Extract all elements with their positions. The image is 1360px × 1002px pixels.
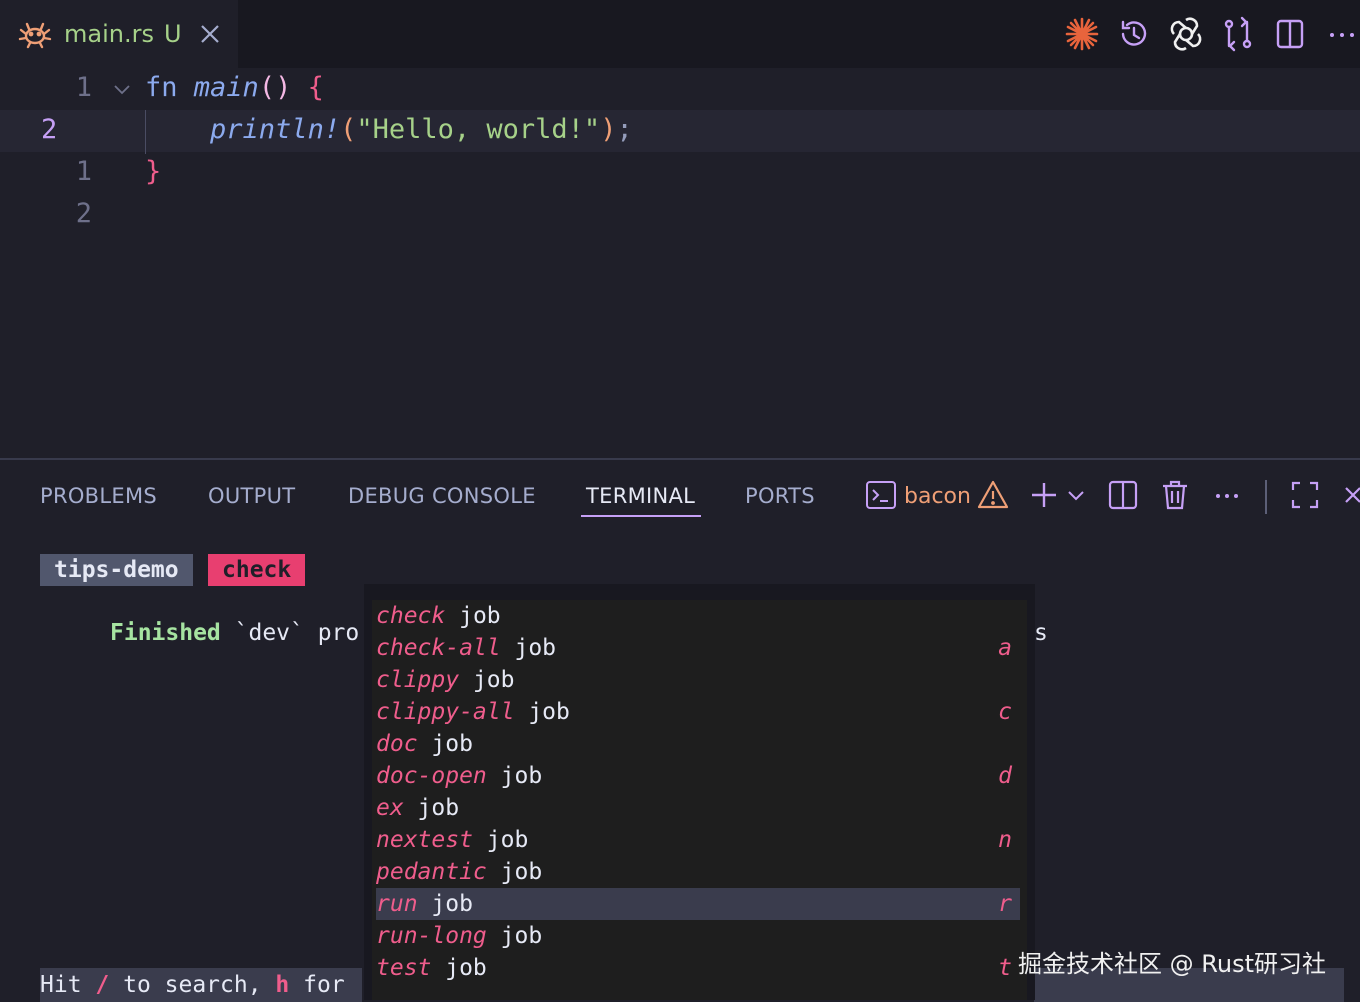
line-number: 1 <box>75 156 92 187</box>
line-number-active: 2 <box>41 114 58 145</box>
close-icon[interactable] <box>1340 478 1360 512</box>
job-suffix: job <box>459 667 515 693</box>
compare-icon[interactable] <box>1218 14 1258 54</box>
chevron-down-icon[interactable] <box>1064 478 1088 512</box>
job-menu-item-check-all[interactable]: check-all job a <box>376 632 1020 664</box>
code-line-3: 1 } <box>0 152 1360 194</box>
job-suffix: job <box>486 923 543 949</box>
code-line-1: 1 fn main() { <box>0 68 1360 110</box>
job-shortcut-key: d <box>998 763 1012 789</box>
code-line-2: 2 println!("Hello, world!"); <box>0 110 1360 152</box>
job-name: nextest <box>376 827 473 853</box>
job-menu-list: check job check-all job a clippy job clippy-… <box>372 600 1027 1000</box>
active-tab-indicator <box>581 515 701 517</box>
code-text: fn main() { <box>145 72 324 103</box>
toolbar-separator <box>1265 480 1267 514</box>
tab-terminal[interactable]: TERMINAL <box>586 484 695 508</box>
job-name: check-all <box>376 635 501 661</box>
job-badge: check <box>208 554 306 586</box>
job-menu-item-check[interactable]: check job <box>376 600 1020 632</box>
job-suffix: job <box>417 731 473 757</box>
openai-icon[interactable] <box>1166 14 1206 54</box>
job-name: run-long <box>376 923 487 949</box>
job-suffix: job <box>431 955 487 981</box>
job-name: check <box>376 603 446 629</box>
job-suffix: job <box>486 859 543 885</box>
job-name: ex <box>376 795 404 821</box>
indent-guide <box>145 110 146 154</box>
job-suffix: job <box>445 603 501 629</box>
tab-title: main.rs <box>64 20 154 48</box>
maximize-icon[interactable] <box>1288 478 1322 512</box>
more-icon[interactable] <box>1322 14 1360 54</box>
editor-tab-bar: main.rs U <box>0 0 1360 68</box>
job-name: doc <box>376 731 418 757</box>
tab-debug-console[interactable]: DEBUG CONSOLE <box>348 484 536 508</box>
job-menu-item-pedantic[interactable]: pedantic job <box>376 856 1020 888</box>
job-suffix: job <box>403 795 460 821</box>
status-line-trailing: s <box>1034 620 1048 646</box>
job-shortcut-key: n <box>998 827 1012 853</box>
job-name: test <box>376 955 432 981</box>
job-name: clippy-all <box>376 699 515 725</box>
job-menu-item-doc[interactable]: doc job <box>376 728 1020 760</box>
terminal-instance-name[interactable]: bacon <box>904 484 971 509</box>
trash-icon[interactable] <box>1158 478 1192 512</box>
split-terminal-icon[interactable] <box>1106 478 1140 512</box>
code-text: } <box>145 156 162 187</box>
crab-icon <box>18 22 52 49</box>
job-menu-popup: check job check-all job a clippy job clippy-… <box>364 584 1035 1000</box>
plus-icon[interactable] <box>1027 478 1061 512</box>
job-suffix: job <box>514 699 570 725</box>
job-shortcut-key: t <box>998 955 1012 981</box>
job-shortcut-key: a <box>998 635 1012 661</box>
job-menu-item-test[interactable]: test job t <box>376 952 1020 984</box>
line-number: 1 <box>75 72 92 103</box>
job-suffix: job <box>472 827 529 853</box>
job-shortcut-key: r <box>998 891 1012 917</box>
tab-ports[interactable]: PORTS <box>745 484 815 508</box>
job-suffix: job <box>500 635 557 661</box>
code-line-4: 2 <box>0 194 1360 236</box>
tab-output[interactable]: OUTPUT <box>208 484 295 508</box>
job-menu-item-clippy-all[interactable]: clippy-all job c <box>376 696 1020 728</box>
sparkle-icon[interactable] <box>1062 14 1102 54</box>
job-suffix: job <box>417 891 473 917</box>
chevron-down-icon[interactable] <box>112 80 132 100</box>
project-badge: tips-demo <box>40 554 193 586</box>
job-name: run <box>376 891 418 917</box>
help-hint-bar: Hit / to search, h for <box>40 968 362 1002</box>
job-menu-item-clippy[interactable]: clippy job <box>376 664 1020 696</box>
watermark-text: 掘金技术社区 @ Rust研习社 <box>1018 950 1326 978</box>
code-text: println!("Hello, world!"); <box>210 114 633 145</box>
code-editor[interactable]: 1 fn main() { 2 println!("Hello, world!"… <box>0 68 1360 458</box>
job-menu-item-run-long[interactable]: run-long job <box>376 920 1020 952</box>
job-name: pedantic <box>376 859 487 885</box>
warning-icon[interactable] <box>976 478 1010 512</box>
untracked-badge: U <box>164 20 182 48</box>
job-menu-item-run[interactable]: run job r <box>376 888 1020 920</box>
terminal-icon <box>866 481 896 509</box>
job-menu-item-ex[interactable]: ex job <box>376 792 1020 824</box>
job-menu-item-doc-open[interactable]: doc-open job d <box>376 760 1020 792</box>
job-name: doc-open <box>376 763 487 789</box>
more-icon[interactable] <box>1210 478 1244 512</box>
job-menu-item-nextest[interactable]: nextest job n <box>376 824 1020 856</box>
history-icon[interactable] <box>1114 14 1154 54</box>
close-icon[interactable] <box>198 22 222 46</box>
tab-problems[interactable]: PROBLEMS <box>40 484 157 508</box>
job-suffix: job <box>486 763 543 789</box>
job-name: clippy <box>376 667 460 693</box>
editor-tab-main-rs[interactable]: main.rs U <box>0 0 238 68</box>
split-editor-icon[interactable] <box>1270 14 1310 54</box>
status-line: Finished `dev` pro <box>110 620 360 646</box>
job-shortcut-key: c <box>998 699 1012 725</box>
line-number: 2 <box>75 198 92 229</box>
